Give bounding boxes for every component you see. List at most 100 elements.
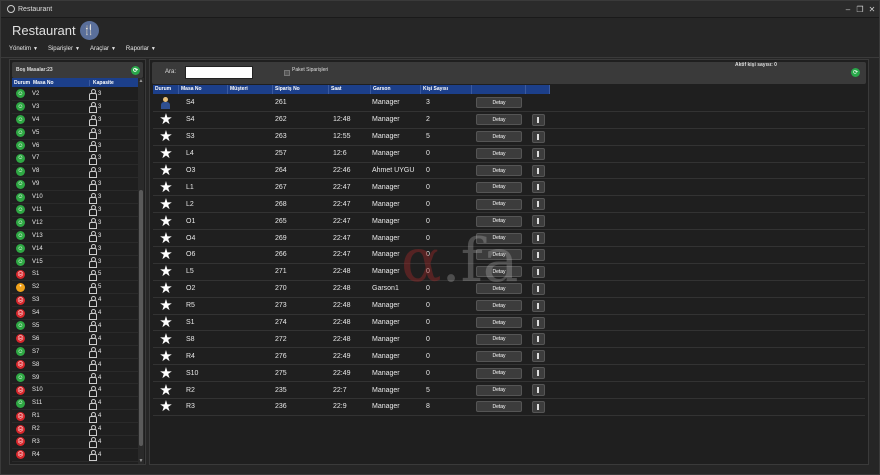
detay-button[interactable]: Detay bbox=[476, 367, 522, 379]
table-row[interactable]: ★ O6 266 22:47 Manager 0 Detay bbox=[153, 247, 865, 264]
table-row[interactable]: ★ L4 257 12:6 Manager 0 Detay bbox=[153, 146, 865, 163]
menu-raporlar[interactable]: Raporlar ▼ bbox=[126, 43, 156, 55]
table-row[interactable]: ☺ S5 4 bbox=[12, 320, 138, 333]
table-row[interactable]: ★ S3 263 12:55 Manager 5 Detay bbox=[153, 129, 865, 146]
close-order-button[interactable] bbox=[531, 384, 545, 397]
close-order-button[interactable] bbox=[531, 130, 545, 143]
table-row[interactable]: ☺ V2 3 bbox=[12, 88, 138, 101]
table-row[interactable]: ☹ R2 4 bbox=[12, 423, 138, 437]
table-row[interactable]: ☺ V12 3 bbox=[12, 217, 138, 230]
table-row[interactable]: ★ S4 262 12:48 Manager 2 Detay bbox=[153, 112, 865, 129]
close-order-button[interactable] bbox=[531, 232, 545, 245]
close-order-button[interactable] bbox=[531, 333, 545, 346]
close-order-button[interactable] bbox=[531, 299, 545, 312]
menu-siparisler[interactable]: Siparişler ▼ bbox=[48, 43, 80, 55]
detay-button[interactable]: Detay bbox=[476, 401, 522, 413]
detay-button[interactable]: Detay bbox=[476, 131, 522, 143]
table-row[interactable]: ☺ V9 3 bbox=[12, 178, 138, 192]
table-row[interactable]: ★ O4 269 22:47 Manager 0 Detay bbox=[153, 230, 865, 248]
col-saat[interactable]: Saat bbox=[329, 85, 371, 94]
close-order-button[interactable] bbox=[531, 198, 545, 211]
table-row[interactable]: ☹ S3 4 bbox=[12, 294, 138, 308]
close-order-button[interactable] bbox=[531, 282, 545, 295]
close-order-button[interactable] bbox=[531, 400, 545, 413]
table-row[interactable]: ★ O3 264 22:46 Ahmet UYGU 0 Detay bbox=[153, 163, 865, 180]
detay-button[interactable]: Detay bbox=[476, 215, 522, 227]
menu-yonetim[interactable]: Yönetim ▼ bbox=[9, 43, 38, 55]
col-masa-no[interactable]: Masa No bbox=[179, 85, 228, 94]
col-kisi-sayisi[interactable]: Kişi Sayısı bbox=[421, 85, 472, 94]
table-row[interactable]: ☹ S10 4 bbox=[12, 384, 138, 398]
detay-button[interactable]: Detay bbox=[476, 97, 522, 109]
close-order-button[interactable] bbox=[531, 265, 545, 278]
table-row[interactable]: ★ S8 272 22:48 Manager 0 Detay bbox=[153, 331, 865, 349]
col-kapasite[interactable]: Kapasite bbox=[89, 79, 138, 86]
vertical-scrollbar[interactable]: ▲ ▼ bbox=[138, 78, 144, 464]
table-row[interactable]: ☺ V11 3 bbox=[12, 204, 138, 217]
paket-checkbox[interactable] bbox=[284, 70, 290, 76]
table-row[interactable]: ☺ S9 4 bbox=[12, 372, 138, 385]
detay-button[interactable]: Detay bbox=[476, 114, 522, 126]
scroll-up-icon[interactable]: ▲ bbox=[138, 78, 144, 84]
close-order-button[interactable] bbox=[531, 248, 545, 261]
close-order-button[interactable] bbox=[531, 367, 545, 380]
detay-button[interactable]: Detay bbox=[476, 333, 522, 345]
table-row[interactable]: ☺ V8 3 bbox=[12, 165, 138, 179]
refresh-icon[interactable]: ⟳ bbox=[851, 68, 860, 77]
maximize-button[interactable]: ❐ bbox=[855, 5, 865, 14]
table-row[interactable]: ☺ V4 3 bbox=[12, 114, 138, 127]
detay-button[interactable]: Detay bbox=[476, 232, 522, 244]
detay-button[interactable]: Detay bbox=[476, 181, 522, 193]
table-row[interactable]: ☺ V15 3 bbox=[12, 256, 138, 269]
table-row[interactable]: ☺ V6 3 bbox=[12, 140, 138, 153]
detay-button[interactable]: Detay bbox=[476, 350, 522, 362]
detay-button[interactable]: Detay bbox=[476, 317, 522, 329]
table-row[interactable]: ★ S10 275 22:49 Manager 0 Detay bbox=[153, 365, 865, 383]
refresh-icon[interactable]: ⟳ bbox=[131, 65, 140, 75]
table-row[interactable]: ☺ V14 3 bbox=[12, 243, 138, 256]
table-row[interactable]: ☹ S8 4 bbox=[12, 359, 138, 372]
close-order-button[interactable] bbox=[531, 164, 545, 177]
table-row[interactable]: ★ L5 271 22:48 Manager 0 Detay bbox=[153, 264, 865, 281]
detay-button[interactable]: Detay bbox=[476, 266, 522, 278]
detay-button[interactable]: Detay bbox=[476, 249, 522, 261]
table-row[interactable]: ☹ R3 4 bbox=[12, 436, 138, 449]
menu-araclar[interactable]: Araçlar ▼ bbox=[90, 43, 116, 55]
table-row[interactable]: • S2 5 bbox=[12, 281, 138, 295]
table-row[interactable]: ☺ V10 3 bbox=[12, 191, 138, 205]
table-row[interactable]: ☹ R1 4 bbox=[12, 410, 138, 424]
table-row[interactable]: ★ L2 268 22:47 Manager 0 Detay bbox=[153, 196, 865, 214]
col-durum[interactable]: Durum bbox=[12, 80, 33, 86]
table-row[interactable]: ☹ S4 4 bbox=[12, 307, 138, 321]
col-siparis-no[interactable]: Sipariş No bbox=[273, 85, 329, 94]
scroll-thumb[interactable] bbox=[139, 190, 143, 446]
table-row[interactable]: ☺ S11 4 bbox=[12, 397, 138, 411]
close-order-button[interactable] bbox=[531, 215, 545, 228]
table-row[interactable]: ☹ S1 5 bbox=[12, 268, 138, 282]
table-row[interactable]: ★ R2 235 22:7 Manager 5 Detay bbox=[153, 382, 865, 400]
table-row[interactable]: ☺ V7 3 bbox=[12, 152, 138, 166]
table-row[interactable]: ☺ V3 3 bbox=[12, 101, 138, 114]
table-row[interactable]: ★ R5 273 22:48 Manager 0 Detay bbox=[153, 298, 865, 315]
search-input[interactable] bbox=[185, 66, 253, 79]
table-row[interactable]: ★ O1 265 22:47 Manager 0 Detay bbox=[153, 213, 865, 231]
detay-button[interactable]: Detay bbox=[476, 300, 522, 312]
table-row[interactable]: ★ L1 267 22:47 Manager 0 Detay bbox=[153, 179, 865, 197]
table-row[interactable]: ☺ S7 4 bbox=[12, 346, 138, 359]
close-order-button[interactable] bbox=[531, 316, 545, 329]
close-order-button[interactable] bbox=[531, 113, 545, 126]
detay-button[interactable]: Detay bbox=[476, 148, 522, 160]
detay-button[interactable]: Detay bbox=[476, 283, 522, 295]
table-row[interactable]: ★ R4 276 22:49 Manager 0 Detay bbox=[153, 348, 865, 366]
col-garson[interactable]: Garson bbox=[371, 85, 421, 94]
close-order-button[interactable] bbox=[531, 147, 545, 160]
close-order-button[interactable] bbox=[531, 181, 545, 194]
detay-button[interactable]: Detay bbox=[476, 198, 522, 210]
col-durum[interactable]: Durum bbox=[153, 85, 179, 94]
table-row[interactable]: ☺ V5 3 bbox=[12, 127, 138, 140]
col-masa-no[interactable]: Masa No bbox=[33, 80, 89, 86]
minimize-button[interactable]: – bbox=[843, 5, 853, 14]
table-row[interactable]: S4 261 Manager 3 Detay bbox=[153, 95, 865, 112]
table-row[interactable]: ☹ S6 4 bbox=[12, 333, 138, 346]
detay-button[interactable]: Detay bbox=[476, 384, 522, 396]
